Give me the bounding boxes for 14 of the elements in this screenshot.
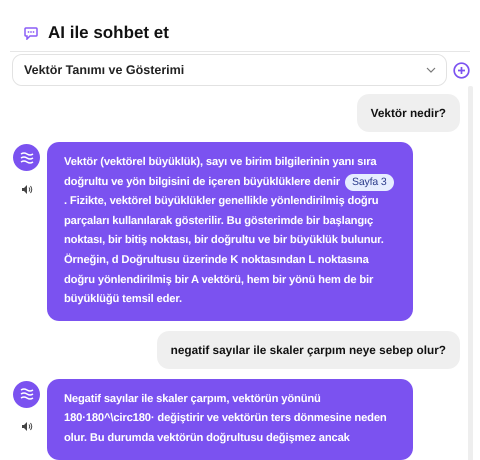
- topic-dropdown[interactable]: Vektör Tanımı ve Gösterimi: [12, 54, 447, 86]
- chevron-down-icon: [426, 67, 436, 73]
- bot-avatar-icon: [13, 144, 40, 171]
- bot-message: Negatif sayılar ile skaler çarpım, vektörün yönünü 180·180^\circ180· değiştirir ve vektörün ters dönmesine neden olur. Bu durumda vektörün doğrultusu değişmez ancak: [47, 378, 413, 460]
- user-message: negatif sayılar ile skaler çarpım neye sebep olur?: [156, 330, 460, 369]
- bot-avatar-icon: [13, 380, 40, 408]
- chat-icon: [24, 26, 38, 40]
- speaker-icon[interactable]: [20, 420, 32, 432]
- add-icon[interactable]: [453, 62, 470, 78]
- bot-message: Vektör (vektörel büyüklük), sayı ve birim bilgilerinin yanı sıra doğrultu ve yön bilgisini de içeren büyüklüklere denir Sayfa 3 . Fizikte, vektörel büyüklükler genellikle yönlendirilmiş doğru parçaları kullanılarak gösterilir. Bu gösterimde bir başlangıç noktası, bir bitiş noktası, bir doğrultu ve bir büyüklük bulunur. Örneğin, d Doğrultusu üzerinde K noktasından L noktasına doğru yönlendirilmiş bir A vektörü, hem bir yönü hem de bir büyüklüğü temsil eder.: [47, 142, 413, 321]
- source-link[interactable]: Sayfa 3: [345, 174, 394, 191]
- chat-title: AI ile sohbet et: [48, 23, 169, 43]
- speaker-icon[interactable]: [20, 184, 32, 195]
- user-message: Vektör nedir?: [356, 94, 460, 132]
